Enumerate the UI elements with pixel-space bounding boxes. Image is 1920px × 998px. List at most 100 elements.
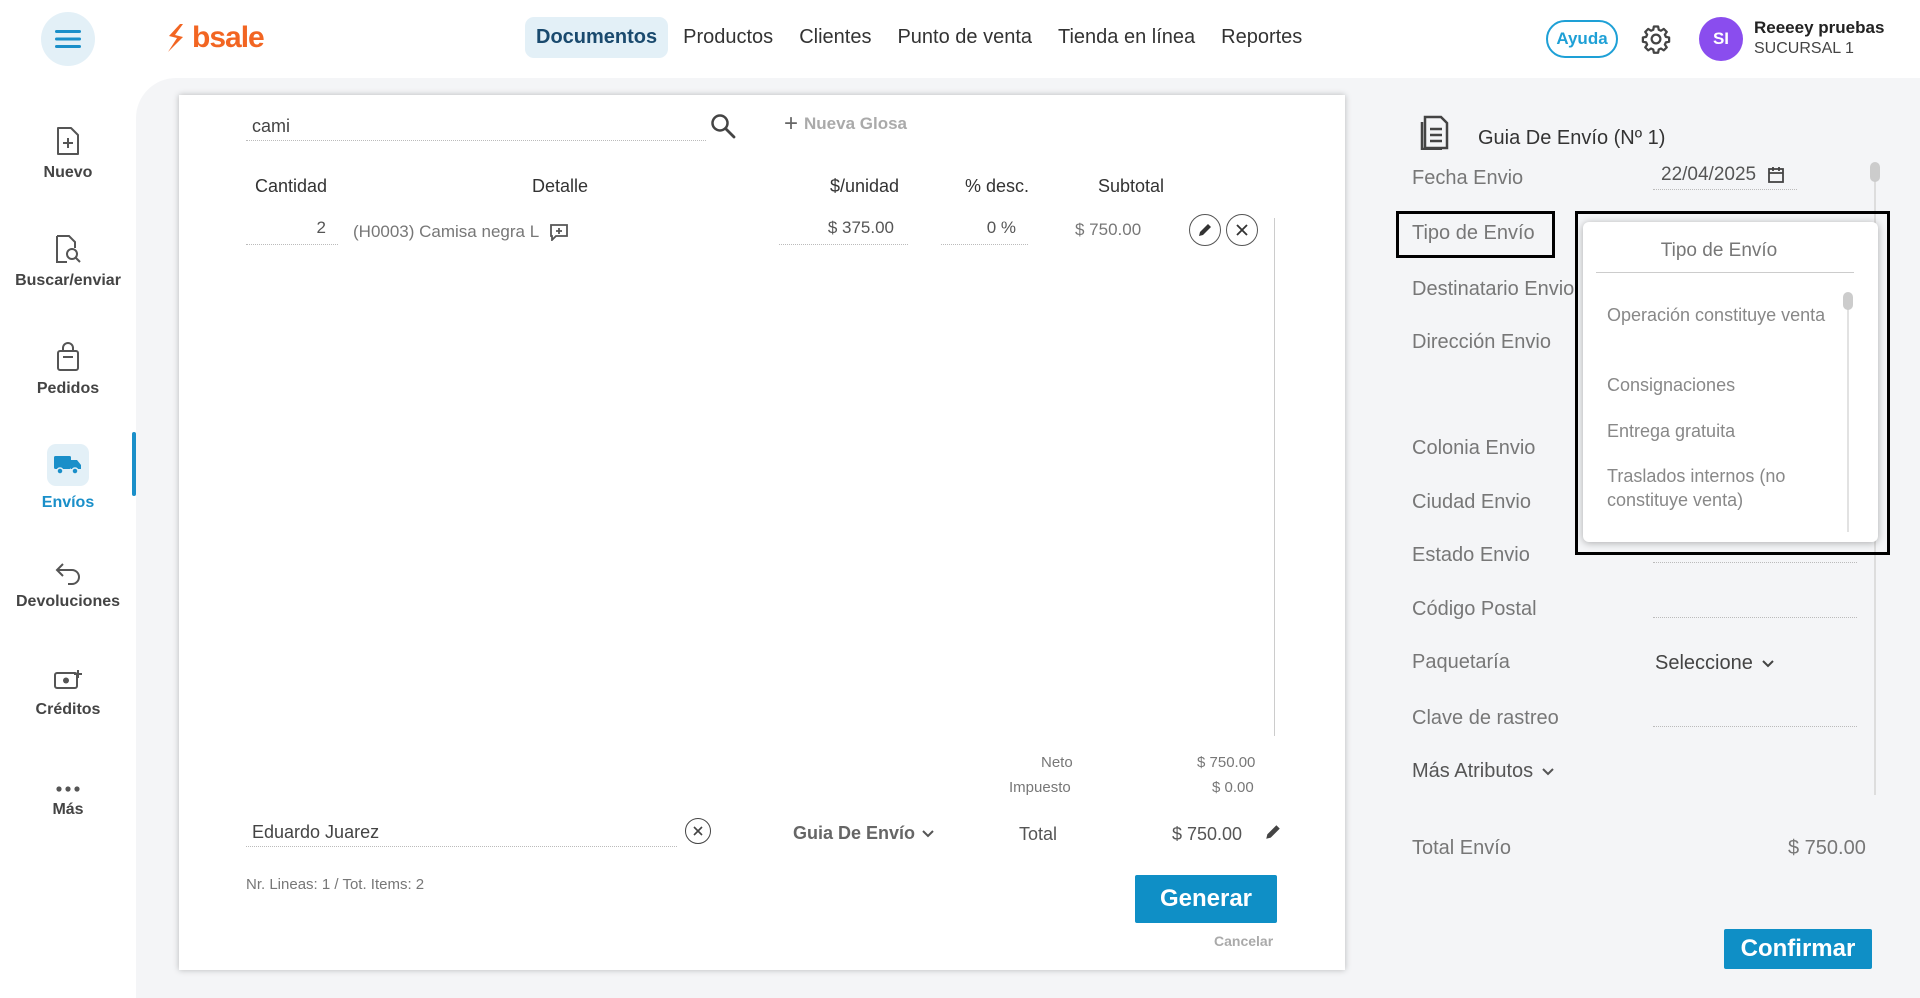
tipo-label: Tipo de Envío <box>1412 222 1535 244</box>
ciudad-label: Ciudad Envio <box>1412 491 1531 513</box>
destinatario-label: Destinatario Envio <box>1412 278 1575 300</box>
neto-label: Neto <box>1041 754 1073 771</box>
top-bar: bsale Documentos Productos Clientes Punt… <box>0 0 1920 78</box>
nav-productos[interactable]: Productos <box>672 17 784 58</box>
dropdown-title: Tipo de Envío <box>1660 240 1778 261</box>
close-icon <box>693 826 703 836</box>
confirm-button[interactable]: Confirmar <box>1724 929 1872 969</box>
header-subtotal: Subtotal <box>1098 176 1165 196</box>
discount-field[interactable]: 0 % <box>941 218 1028 245</box>
paqueteria-select[interactable]: Seleccione <box>1655 652 1775 675</box>
document-icon <box>1420 115 1449 150</box>
total-label: Total <box>1019 824 1058 844</box>
sidebar-item-label: Nuevo <box>43 164 93 181</box>
sidebar-item-buscar-enviar[interactable]: Buscar/enviar <box>0 208 136 316</box>
search-value: cami <box>252 116 291 136</box>
gear-icon[interactable] <box>1641 24 1671 54</box>
truck-icon <box>54 456 81 475</box>
more-dots-icon <box>56 786 80 792</box>
sidebar-item-creditos[interactable]: Créditos <box>0 640 136 748</box>
estado-label: Estado Envio <box>1412 544 1530 566</box>
generate-button[interactable]: Generar <box>1135 875 1277 923</box>
quantity-field[interactable]: 2 <box>246 218 338 245</box>
unit-price-field[interactable]: $ 375.00 <box>779 218 908 245</box>
menu-button[interactable] <box>41 12 95 66</box>
mas-atributos-toggle[interactable]: Más Atributos <box>1412 760 1555 783</box>
help-button[interactable]: Ayuda <box>1546 20 1618 58</box>
item-detail-text: (H0003) Camisa negra L <box>353 222 540 241</box>
dropdown-option[interactable]: Entrega gratuita <box>1607 419 1827 443</box>
nav-documentos[interactable]: Documentos <box>525 17 669 58</box>
document-type-select[interactable]: Guia De Envío <box>793 823 935 844</box>
plus-icon: + <box>784 110 799 137</box>
calendar-icon[interactable] <box>1767 166 1785 184</box>
edit-row-button[interactable] <box>1189 214 1221 246</box>
nav-tienda-en-linea[interactable]: Tienda en línea <box>1047 17 1206 58</box>
product-search-input[interactable]: cami <box>246 109 706 141</box>
bsale-logo-icon <box>168 24 183 52</box>
clear-client-button[interactable] <box>685 818 711 844</box>
total-envio-label: Total Envío <box>1412 837 1511 859</box>
header-cantidad: Cantidad <box>255 176 328 196</box>
clave-label: Clave de rastreo <box>1412 707 1559 729</box>
nav-clientes[interactable]: Clientes <box>788 17 882 58</box>
document-card: cami + Nueva Glosa Cantidad Detalle $/un… <box>179 95 1345 970</box>
sidebar-item-label: Envíos <box>41 494 95 511</box>
nav-punto-de-venta[interactable]: Punto de venta <box>886 17 1043 58</box>
cp-field[interactable] <box>1653 588 1857 618</box>
nueva-glosa-button[interactable]: + Nueva Glosa <box>784 110 908 137</box>
colonia-label: Colonia Envio <box>1412 437 1536 459</box>
clave-field[interactable] <box>1653 697 1857 727</box>
sidebar-item-label: Más <box>52 801 84 818</box>
bsale-logo[interactable]: bsale <box>166 20 265 56</box>
dropdown-scrollbar-thumb[interactable] <box>1843 292 1853 310</box>
sidebar-item-mas[interactable]: Más <box>0 748 136 856</box>
shopping-bag-icon <box>57 342 79 371</box>
fecha-value: 22/04/2025 <box>1661 164 1757 185</box>
return-arrow-icon <box>55 563 80 585</box>
remove-row-button[interactable] <box>1226 214 1258 246</box>
cancel-link[interactable]: Cancelar <box>1214 933 1273 949</box>
dropdown-scrollbar-track <box>1847 294 1849 532</box>
sidebar-item-devoluciones[interactable]: Devoluciones <box>0 532 136 640</box>
direccion-label: Dirección Envio <box>1412 331 1551 353</box>
dropdown-option[interactable]: Operación constituye venta <box>1607 303 1827 327</box>
sidebar-item-pedidos[interactable]: Pedidos <box>0 316 136 424</box>
row-subtotal: $ 750.00 <box>1075 220 1142 239</box>
neto-value: $ 750.00 <box>1197 754 1256 771</box>
document-type-value: Guia De Envío <box>793 823 916 843</box>
sidebar-item-label: Buscar/enviar <box>15 272 121 289</box>
sidebar: Nuevo Buscar/enviar Pedidos Envíos Devol… <box>0 100 136 856</box>
money-plus-icon <box>54 670 82 689</box>
panel-scrollbar-thumb[interactable] <box>1870 162 1880 182</box>
user-info[interactable]: Reeeey pruebas SUCURSAL 1 <box>1754 17 1884 59</box>
mas-atributos-label: Más Atributos <box>1412 760 1534 782</box>
nav-reportes[interactable]: Reportes <box>1210 17 1313 58</box>
dropdown-title-divider <box>1596 272 1854 273</box>
logo-text: bsale <box>192 21 265 54</box>
chevron-down-icon <box>1762 659 1774 667</box>
edit-total-icon[interactable] <box>1264 823 1282 841</box>
dropdown-option[interactable]: Consignaciones <box>1607 373 1827 397</box>
header-detalle: Detalle <box>532 176 589 196</box>
main-nav: Documentos Productos Clientes Punto de v… <box>525 17 1317 58</box>
chevron-down-icon <box>922 829 934 837</box>
sidebar-item-label: Pedidos <box>36 380 100 397</box>
total-value: $ 750.00 <box>1172 824 1243 844</box>
sidebar-item-envios[interactable]: Envíos <box>0 424 136 532</box>
close-icon <box>1236 224 1248 236</box>
header-discount: % desc. <box>965 176 1030 196</box>
header-unit-price: $/unidad <box>830 176 900 196</box>
nueva-glosa-label: Nueva Glosa <box>804 114 908 133</box>
client-field[interactable]: Eduardo Juarez <box>246 817 677 847</box>
avatar[interactable]: SI <box>1699 17 1743 61</box>
add-comment-icon[interactable] <box>549 223 569 241</box>
fecha-field[interactable]: 22/04/2025 <box>1653 160 1797 190</box>
search-icon[interactable] <box>710 113 736 139</box>
dropdown-option[interactable]: Traslados internos (no constituye venta) <box>1607 464 1847 512</box>
user-name: Reeeey pruebas <box>1754 18 1885 37</box>
search-document-icon <box>56 235 81 263</box>
pencil-icon <box>1199 224 1211 236</box>
sidebar-item-label: Devoluciones <box>15 593 121 610</box>
sidebar-item-nuevo[interactable]: Nuevo <box>0 100 136 208</box>
